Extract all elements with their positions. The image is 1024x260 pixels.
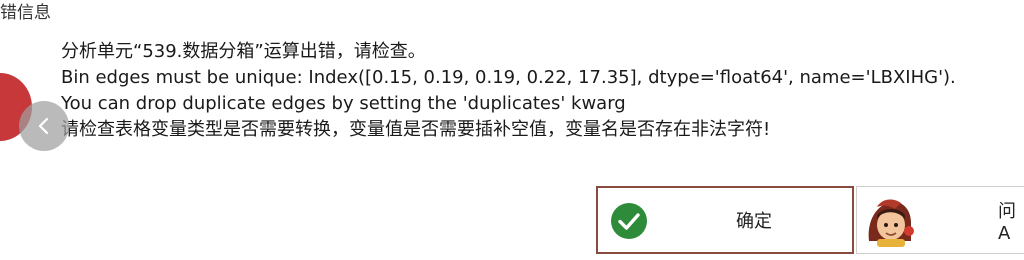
error-message: 分析单元“539.数据分箱”运算出错，请检查。 Bin edges must b…: [61, 39, 1011, 143]
assistant-avatar-icon: [868, 199, 914, 247]
ask-ai-button-label: 问A: [998, 200, 1016, 244]
message-line: You can drop duplicate edges by setting …: [61, 93, 626, 114]
message-line: Bin edges must be unique: Index([0.15, 0…: [61, 67, 956, 88]
dialog-title: 错信息: [0, 3, 51, 23]
ok-button[interactable]: 确定: [596, 186, 854, 254]
ok-button-label: 确定: [736, 211, 772, 232]
message-line: 分析单元“539.数据分箱”运算出错，请检查。: [61, 41, 426, 62]
message-line: 请检查表格变量类型是否需要转换，变量值是否需要插补空值，变量名是否存在非法字符!: [61, 119, 771, 140]
previous-button[interactable]: [19, 101, 69, 151]
error-dialog: 错信息 分析单元“539.数据分箱”运算出错，请检查。 Bin edges mu…: [0, 0, 1024, 260]
chevron-left-icon: [38, 117, 49, 135]
ask-ai-button[interactable]: 问A: [856, 186, 1024, 254]
check-circle-icon: [611, 203, 647, 239]
